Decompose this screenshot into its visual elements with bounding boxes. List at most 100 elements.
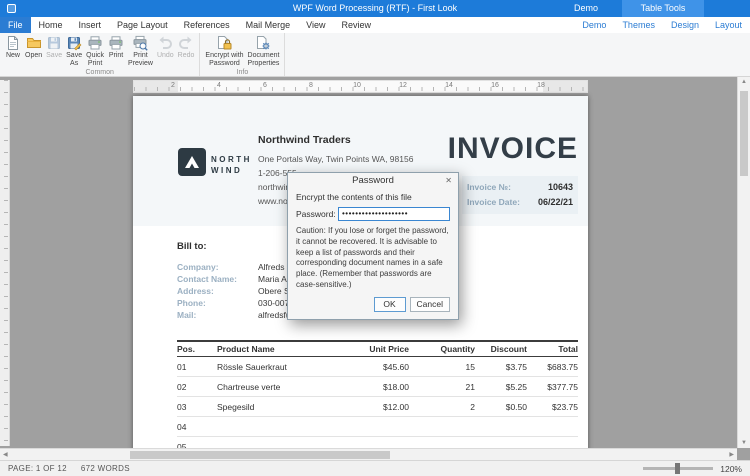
ribbon-button-label: Print Preview (128, 52, 153, 68)
scroll-left-icon[interactable]: ◀ (3, 449, 8, 460)
dialog-caution-text: Caution: If you lose or forget the passw… (296, 226, 450, 291)
northwind-logo-icon (178, 148, 206, 181)
table-header-cell: Pos. (177, 344, 217, 354)
zoom-controls: 120% (643, 464, 742, 474)
encrypt-with-password-button[interactable]: Encrypt with Password (203, 33, 245, 68)
new-button[interactable]: New (3, 33, 23, 60)
vertical-ruler[interactable] (0, 80, 10, 446)
table-header-cell: Unit Price (337, 344, 409, 354)
ribbon-button-label: Document Properties (248, 52, 280, 68)
ribbon-button-label: Open (25, 52, 42, 60)
word-count[interactable]: 672 WORDS (81, 464, 130, 473)
zoom-slider-thumb[interactable] (675, 463, 680, 474)
vertical-scroll-thumb[interactable] (740, 91, 748, 176)
quick-print-button[interactable]: Quick Print (84, 33, 106, 68)
tab-home[interactable]: Home (31, 17, 71, 33)
table-cell: 02 (177, 382, 217, 392)
table-row[interactable]: 04 (177, 417, 578, 437)
ribbon-button-label: Undo (157, 52, 174, 60)
encrypt-password-icon (216, 35, 232, 51)
table-header-cell: Quantity (409, 344, 475, 354)
print-preview-button[interactable]: Print Preview (126, 33, 155, 68)
seller-address: One Portals Way, Twin Points WA, 98156 (258, 152, 413, 166)
logo-line-1: NORTH (211, 154, 252, 165)
tab-design[interactable]: Design (663, 17, 707, 33)
ribbon-group-common: NewOpenSaveSave AsQuick Print Print Print … (0, 33, 200, 76)
ribbon-button-label: Redo (178, 52, 195, 60)
cancel-button[interactable]: Cancel (410, 297, 450, 312)
statusbar: PAGE: 1 OF 12 672 WORDS 120% (0, 460, 750, 476)
zoom-slider[interactable] (643, 467, 713, 470)
table-cell: $377.75 (527, 382, 578, 392)
print-button[interactable]: Print (106, 33, 126, 60)
document-properties-icon (255, 35, 271, 51)
ribbon-button-label: Save As (66, 52, 82, 68)
tab-insert[interactable]: Insert (71, 17, 110, 33)
open-folder-icon (26, 35, 42, 51)
new-document-icon (5, 35, 21, 51)
application-window: WPF Word Processing (RTF) - First Look D… (0, 0, 750, 476)
password-row: Password: •••••••••••••••••••• (296, 207, 450, 221)
table-cell: $12.00 (337, 402, 409, 412)
table-header-cell: Discount (475, 344, 527, 354)
invoice-title: INVOICE (448, 132, 578, 166)
tab-view[interactable]: View (298, 17, 333, 33)
ribbon-tabs-right: DemoThemesDesignLayout (574, 17, 750, 33)
horizontal-scroll-thumb[interactable] (130, 451, 390, 459)
ribbon-button-label: Encrypt with Password (205, 52, 243, 68)
tab-themes[interactable]: Themes (614, 17, 663, 33)
password-label: Password: (296, 209, 338, 219)
ribbon-tabs-left: FileHomeInsertPage LayoutReferencesMail … (0, 17, 379, 33)
tab-references[interactable]: References (176, 17, 238, 33)
horizontal-ruler[interactable]: 24681012141618 (133, 80, 588, 93)
table-header-cell: Product Name (217, 344, 337, 354)
save-button: Save (44, 33, 64, 60)
ok-button[interactable]: OK (374, 297, 406, 312)
invoice-table[interactable]: Pos.Product NameUnit PriceQuantityDiscou… (177, 340, 578, 457)
invoice-meta-label: Invoice Date: (467, 195, 520, 210)
tab-file[interactable]: File (0, 17, 31, 33)
table-tools-context-band: Table Tools (622, 0, 704, 17)
table-row[interactable]: 02Chartreuse verte$18.0021$5.25$377.75 (177, 377, 578, 397)
save-as-button[interactable]: Save As (64, 33, 84, 68)
ribbon-button-label: Quick Print (86, 52, 104, 68)
table-cell: 2 (409, 402, 475, 412)
save-as-icon (66, 35, 82, 51)
table-cell: $683.75 (527, 362, 578, 372)
invoice-meta: Invoice №:10643Invoice Date:06/22/21 (462, 176, 578, 214)
horizontal-scrollbar[interactable]: ◀ ▶ (0, 448, 737, 460)
print-preview-icon (132, 35, 148, 51)
ribbon-tab-row: FileHomeInsertPage LayoutReferencesMail … (0, 17, 750, 33)
table-row[interactable]: 03Spegesild$12.002$0.50$23.75 (177, 397, 578, 417)
password-input[interactable]: •••••••••••••••••••• (338, 207, 450, 221)
seller-name: Northwind Traders (258, 134, 413, 146)
northwind-logo-text: NORTH WIND (211, 154, 252, 176)
zoom-level[interactable]: 120% (720, 464, 742, 474)
vertical-scrollbar[interactable]: ▲ ▼ (737, 77, 750, 448)
table-row[interactable]: 01Rössle Sauerkraut$45.6015$3.75$683.75 (177, 357, 578, 377)
tab-mail-merge[interactable]: Mail Merge (238, 17, 299, 33)
table-header-cell: Total (527, 344, 578, 354)
bill-to-label: Contact Name: (177, 273, 258, 285)
titlebar-demo-label: Demo (574, 0, 598, 17)
scroll-down-icon[interactable]: ▼ (738, 440, 750, 446)
scroll-up-icon[interactable]: ▲ (738, 79, 750, 85)
open-button[interactable]: Open (23, 33, 44, 60)
tab-review[interactable]: Review (334, 17, 380, 33)
ribbon-group-info: Encrypt with Password Document Properties… (200, 33, 285, 76)
scroll-right-icon[interactable]: ▶ (729, 449, 734, 460)
tab-row-spacer (379, 17, 574, 33)
ribbon-button-label: Print (109, 52, 123, 60)
tab-page-layout[interactable]: Page Layout (109, 17, 176, 33)
page-indicator[interactable]: PAGE: 1 OF 12 (8, 464, 67, 473)
bill-to-label: Company: (177, 261, 258, 273)
dialog-titlebar[interactable]: Password ✕ (288, 173, 458, 189)
tab-demo[interactable]: Demo (574, 17, 614, 33)
bill-to-heading: Bill to: (177, 241, 207, 252)
print-icon (108, 35, 124, 51)
redo-button: Redo (176, 33, 197, 60)
dialog-close-icon[interactable]: ✕ (445, 173, 452, 189)
tab-layout[interactable]: Layout (707, 17, 750, 33)
titlebar[interactable]: WPF Word Processing (RTF) - First Look D… (0, 0, 750, 17)
document-properties-button[interactable]: Document Properties (246, 33, 282, 68)
